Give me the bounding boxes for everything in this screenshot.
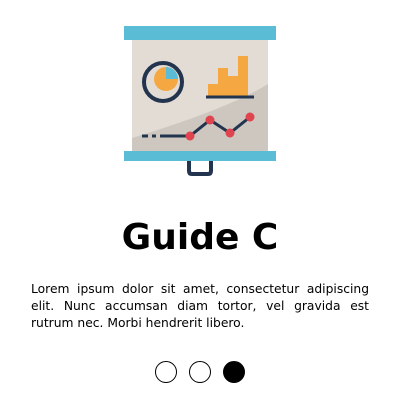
page-dot-3-active[interactable] — [223, 361, 245, 383]
board-stand — [187, 161, 213, 176]
board-top-bar — [124, 26, 276, 40]
trend-point-2 — [205, 115, 215, 125]
page-indicator — [0, 361, 400, 383]
page-dot-1[interactable] — [155, 361, 177, 383]
presentation-board-svg — [124, 26, 276, 176]
guide-title: Guide C — [121, 217, 279, 258]
onboarding-screen: Guide C Lorem ipsum dolor sit amet, cons… — [0, 0, 400, 400]
trend-point-4 — [245, 112, 255, 122]
trend-point-3 — [225, 128, 235, 138]
presentation-board-icon — [120, 20, 280, 180]
bar-3 — [228, 76, 238, 96]
page-dot-2[interactable] — [189, 361, 211, 383]
bar-1 — [208, 84, 218, 96]
trend-point-1 — [185, 131, 195, 141]
board-bottom-bar — [124, 151, 276, 161]
bar-4 — [238, 56, 248, 96]
bar-2 — [218, 68, 228, 96]
guide-description: Lorem ipsum dolor sit amet, consectetur … — [31, 282, 369, 330]
